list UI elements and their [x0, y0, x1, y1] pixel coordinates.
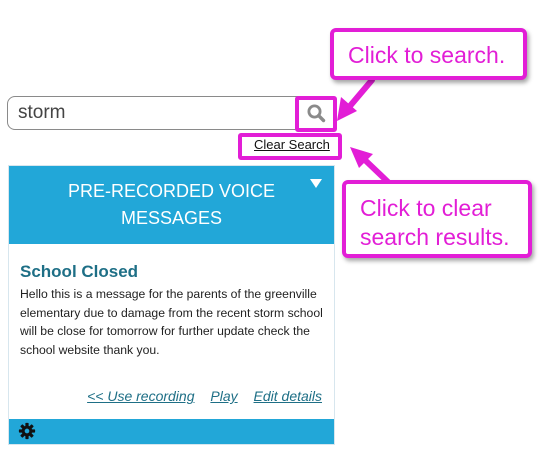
clear-callout: Click to clear search results. — [342, 180, 532, 258]
play-link[interactable]: Play — [210, 388, 237, 404]
clear-callout-line2: search results. — [360, 224, 510, 250]
search-icon — [307, 104, 326, 123]
card-header: PRE-RECORDED VOICE MESSAGES — [9, 166, 334, 244]
clear-search-link[interactable]: Clear Search — [254, 137, 330, 152]
card-actions: << Use recording Play Edit details — [75, 388, 322, 404]
search-callout: Click to search. — [330, 28, 527, 80]
message-card: PRE-RECORDED VOICE MESSAGES School Close… — [8, 165, 335, 445]
edit-details-link[interactable]: Edit details — [254, 388, 322, 404]
arrow-head-search — [337, 97, 357, 121]
caret-down-icon[interactable] — [310, 179, 322, 188]
arrow-head-clear — [350, 147, 373, 168]
search-button[interactable] — [304, 101, 328, 125]
search-input[interactable] — [18, 102, 288, 124]
message-body: Hello this is a message for the parents … — [20, 287, 323, 357]
search-callout-text: Click to search. — [348, 42, 506, 68]
card-footer — [9, 419, 334, 444]
use-recording-link[interactable]: << Use recording — [87, 388, 194, 404]
card-title: PRE-RECORDED VOICE MESSAGES — [49, 178, 294, 232]
gear-icon[interactable] — [18, 422, 36, 440]
clear-callout-line1: Click to clear — [360, 195, 492, 221]
card-title-line1: PRE-RECORDED VOICE — [67, 181, 276, 201]
card-title-line2: MESSAGES — [120, 208, 223, 228]
search-box — [7, 96, 337, 130]
message-title: School Closed — [20, 262, 139, 281]
